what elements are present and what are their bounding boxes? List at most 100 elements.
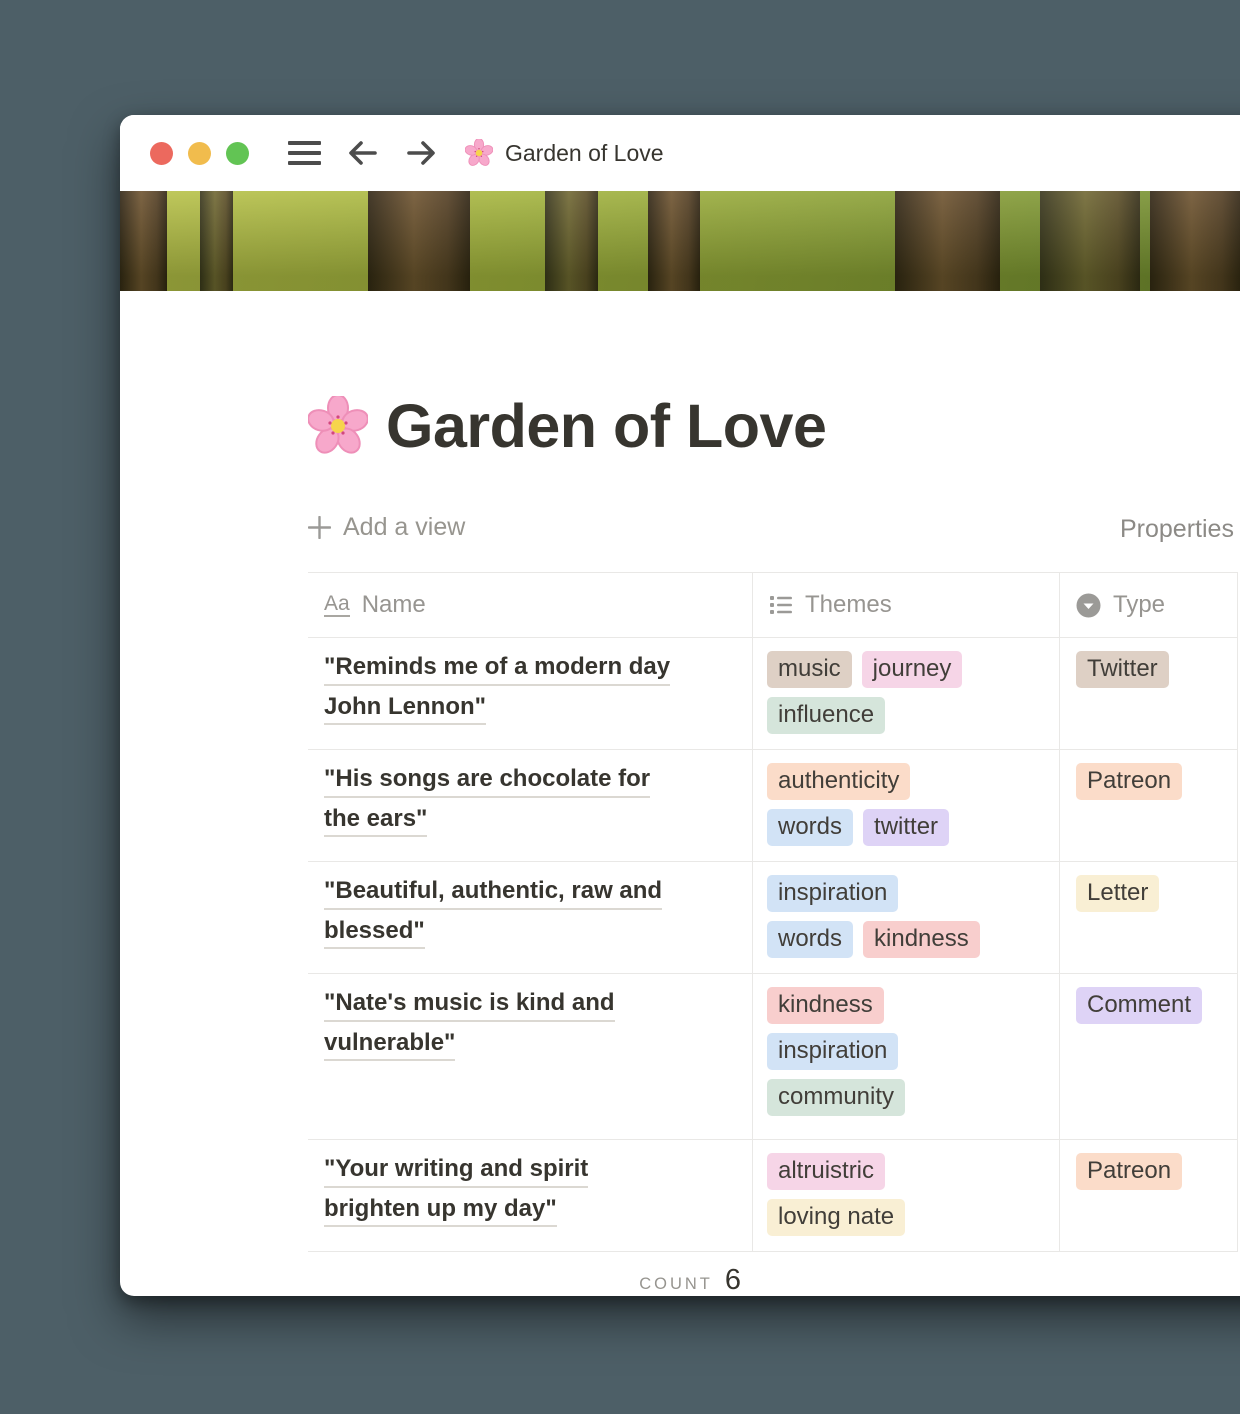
type-tag: Patreon	[1076, 763, 1182, 800]
table-body: "Reminds me of a modern dayJohn Lennon" …	[308, 638, 1238, 1252]
type-cell[interactable]: Patreon	[1060, 1140, 1238, 1251]
table-header-row: Aa Name Themes Type	[308, 572, 1238, 638]
column-label: Themes	[805, 591, 892, 619]
zoom-window-button[interactable]	[226, 142, 249, 165]
themes-cell[interactable]: kindness inspiration community	[753, 974, 1060, 1139]
theme-tag-line: words kindness	[767, 921, 1051, 958]
menu-icon[interactable]	[288, 141, 321, 165]
plus-icon	[308, 516, 331, 539]
page-icon-cherry-blossom[interactable]	[308, 396, 368, 456]
theme-tag-line: music journey	[767, 651, 1051, 688]
add-view-button[interactable]: Add a view	[308, 513, 465, 542]
themes-cell[interactable]: music journey influence	[753, 638, 1060, 749]
theme-tag-line: community	[767, 1079, 1051, 1116]
table-row: "Your writing and spiritbrighten up my d…	[308, 1140, 1238, 1252]
theme-tag: kindness	[863, 921, 980, 958]
table-row: "Reminds me of a modern dayJohn Lennon" …	[308, 638, 1238, 750]
type-tag: Comment	[1076, 987, 1202, 1024]
row-name-line: "Reminds me of a modern day	[324, 651, 670, 686]
view-toolbar: Add a view Properties	[308, 513, 1238, 553]
column-label: Type	[1113, 591, 1165, 619]
theme-tag: music	[767, 651, 852, 688]
desktop-background: Garden of Love	[0, 0, 1240, 1414]
page-title[interactable]: Garden of Love	[386, 391, 826, 461]
row-name-line: "Nate's music is kind and	[324, 987, 615, 1022]
multi-select-icon	[769, 593, 793, 617]
theme-tag: altruistric	[767, 1153, 885, 1190]
column-label: Name	[362, 591, 426, 619]
tree-trunk	[545, 191, 598, 291]
type-cell[interactable]: Patreon	[1060, 750, 1238, 861]
column-header-name[interactable]: Aa Name	[308, 573, 753, 637]
table-footer: COUNT 6	[308, 1252, 1238, 1296]
name-cell[interactable]: "Beautiful, authentic, raw andblessed"	[308, 862, 753, 973]
row-name-line: John Lennon"	[324, 691, 486, 726]
notion-window: Garden of Love	[120, 115, 1240, 1296]
table-row: "Nate's music is kind andvulnerable" kin…	[308, 974, 1238, 1140]
type-tag: Letter	[1076, 875, 1159, 912]
name-cell[interactable]: "Nate's music is kind andvulnerable"	[308, 974, 753, 1139]
theme-tag: words	[767, 809, 853, 846]
theme-tag: kindness	[767, 987, 884, 1024]
theme-tag-line: words twitter	[767, 809, 1051, 846]
tree-trunk	[1150, 191, 1240, 291]
theme-tag-line: authenticity	[767, 763, 1051, 800]
tree-trunk	[120, 191, 167, 291]
theme-tag-line: influence	[767, 697, 1051, 734]
name-cell[interactable]: "Your writing and spiritbrighten up my d…	[308, 1140, 753, 1251]
row-name-line: the ears"	[324, 803, 427, 838]
close-window-button[interactable]	[150, 142, 173, 165]
count-value: 6	[725, 1264, 741, 1296]
page-header: Garden of Love	[308, 391, 826, 461]
type-tag: Patreon	[1076, 1153, 1182, 1190]
theme-tag: community	[767, 1079, 905, 1116]
table-row: "His songs are chocolate for the ears" au…	[308, 750, 1238, 862]
name-cell[interactable]: "His songs are chocolate for the ears"	[308, 750, 753, 861]
forward-arrow-icon[interactable]	[405, 138, 437, 168]
theme-tag: journey	[862, 651, 963, 688]
theme-tag: twitter	[863, 809, 949, 846]
theme-tag-line: inspiration	[767, 1033, 1051, 1070]
back-arrow-icon[interactable]	[347, 138, 379, 168]
count-calculation[interactable]: COUNT 6	[308, 1264, 753, 1296]
row-name-line: "Beautiful, authentic, raw and	[324, 875, 662, 910]
select-icon	[1076, 593, 1101, 618]
titlebar: Garden of Love	[120, 115, 1240, 191]
row-name-line: brighten up my day"	[324, 1193, 557, 1228]
title-property-icon: Aa	[324, 593, 350, 617]
themes-cell[interactable]: authenticity words twitter	[753, 750, 1060, 861]
theme-tag: words	[767, 921, 853, 958]
theme-tag-line: kindness	[767, 987, 1051, 1024]
add-view-label: Add a view	[343, 513, 465, 542]
theme-tag-line: loving nate	[767, 1199, 1051, 1236]
theme-tag: inspiration	[767, 1033, 898, 1070]
theme-tag: inspiration	[767, 875, 898, 912]
column-header-type[interactable]: Type	[1060, 573, 1238, 637]
tree-trunk	[895, 191, 1000, 291]
theme-tag: influence	[767, 697, 885, 734]
theme-tag-line: inspiration	[767, 875, 1051, 912]
themes-cell[interactable]: inspiration words kindness	[753, 862, 1060, 973]
type-tag: Twitter	[1076, 651, 1169, 688]
cherry-blossom-icon	[465, 139, 493, 167]
titlebar-title: Garden of Love	[505, 140, 664, 167]
minimize-window-button[interactable]	[188, 142, 211, 165]
column-header-themes[interactable]: Themes	[753, 573, 1060, 637]
type-cell[interactable]: Letter	[1060, 862, 1238, 973]
theme-tag-line: altruistric	[767, 1153, 1051, 1190]
table-row: "Beautiful, authentic, raw andblessed" i…	[308, 862, 1238, 974]
count-label: COUNT	[639, 1275, 713, 1294]
properties-button[interactable]: Properties	[1120, 515, 1234, 544]
database-table: Aa Name Themes Type	[308, 572, 1238, 1296]
tree-trunk	[368, 191, 470, 291]
tree-trunk	[1040, 191, 1140, 291]
tree-trunk	[200, 191, 233, 291]
type-cell[interactable]: Comment	[1060, 974, 1238, 1139]
row-name-line: "His songs are chocolate for	[324, 763, 650, 798]
theme-tag: loving nate	[767, 1199, 905, 1236]
tree-trunk	[648, 191, 700, 291]
type-cell[interactable]: Twitter	[1060, 638, 1238, 749]
theme-tag: authenticity	[767, 763, 910, 800]
name-cell[interactable]: "Reminds me of a modern day John Lennon"	[308, 638, 753, 749]
themes-cell[interactable]: altruistric loving nate	[753, 1140, 1060, 1251]
